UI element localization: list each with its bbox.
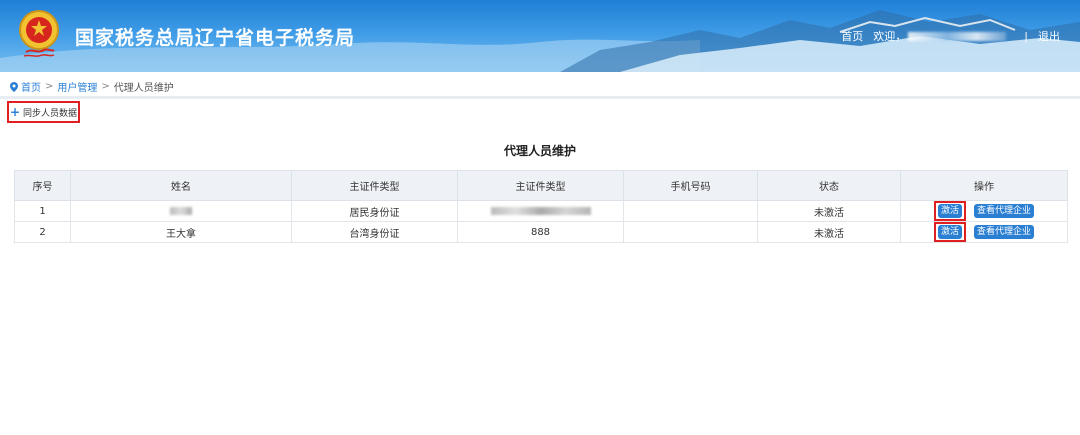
activate-highlight: 激活 [933, 222, 966, 242]
column-header-phone: 手机号码 [623, 170, 758, 201]
welcome-text: 欢迎， [873, 30, 907, 43]
nav-separator: | [1024, 29, 1028, 43]
logout-link[interactable]: 退出 [1038, 28, 1060, 44]
top-nav: 首页 欢迎， | 退出 [841, 28, 1060, 44]
id-number-blurred [490, 206, 591, 215]
location-pin-icon [10, 81, 18, 92]
cell-phone [623, 200, 758, 222]
cell-actions: 激活 查看代理企业 [900, 200, 1068, 222]
column-header-id-number: 主证件类型 [457, 170, 624, 201]
tax-emblem-logo [19, 10, 59, 57]
breadcrumb: 首页 > 用户管理 > 代理人员维护 [10, 79, 174, 94]
section-title: 代理人员维护 [503, 144, 576, 158]
cell-name: 王大拿 [70, 221, 292, 243]
sync-staff-data-button[interactable]: + 同步人员数据 [7, 101, 80, 123]
breadcrumb-home[interactable]: 首页 [21, 79, 41, 94]
cell-index: 1 [14, 200, 71, 222]
cell-status: 未激活 [757, 221, 901, 243]
table-row: 1 居民身份证 未激活 激活 查看代理企业 [14, 200, 1068, 222]
divider [0, 96, 1080, 99]
table-header-row: 序号 姓名 主证件类型 主证件类型 手机号码 状态 操作 [14, 170, 1068, 201]
plus-icon: + [9, 105, 21, 119]
cell-id-type: 台湾身份证 [291, 221, 458, 243]
cell-name [70, 200, 292, 222]
name-blurred [170, 206, 192, 215]
cell-id-number: 888 [457, 221, 624, 243]
breadcrumb-user-management[interactable]: 用户管理 [57, 79, 97, 94]
activate-highlight: 激活 [933, 201, 966, 221]
column-header-actions: 操作 [900, 170, 1068, 201]
view-enterprise-button[interactable]: 查看代理企业 [974, 204, 1035, 218]
home-link[interactable]: 首页 [841, 28, 863, 44]
column-header-name: 姓名 [70, 170, 292, 201]
sync-button-label: 同步人员数据 [23, 108, 78, 119]
cell-phone [623, 221, 758, 243]
agent-staff-table: 序号 姓名 主证件类型 主证件类型 手机号码 状态 操作 1 居民身份证 未激活… [14, 170, 1068, 243]
activate-button[interactable]: 激活 [937, 225, 962, 239]
column-header-index: 序号 [14, 170, 71, 201]
column-header-id-type: 主证件类型 [291, 170, 458, 201]
cell-index: 2 [14, 221, 71, 243]
site-header: 国家税务总局辽宁省电子税务局 首页 欢迎， | 退出 [0, 0, 1080, 72]
site-title: 国家税务总局辽宁省电子税务局 [75, 27, 356, 49]
breadcrumb-current: 代理人员维护 [113, 83, 174, 94]
cell-id-type: 居民身份证 [291, 200, 458, 222]
breadcrumb-separator: > [45, 81, 54, 92]
view-enterprise-button[interactable]: 查看代理企业 [974, 225, 1035, 239]
username-blurred [908, 31, 1007, 41]
breadcrumb-separator: > [101, 81, 110, 92]
cell-actions: 激活 查看代理企业 [900, 221, 1068, 243]
column-header-status: 状态 [757, 170, 901, 201]
cell-status: 未激活 [757, 200, 901, 222]
cell-id-number [457, 200, 624, 222]
activate-button[interactable]: 激活 [937, 204, 962, 218]
table-row: 2 王大拿 台湾身份证 888 未激活 激活 查看代理企业 [14, 221, 1068, 243]
